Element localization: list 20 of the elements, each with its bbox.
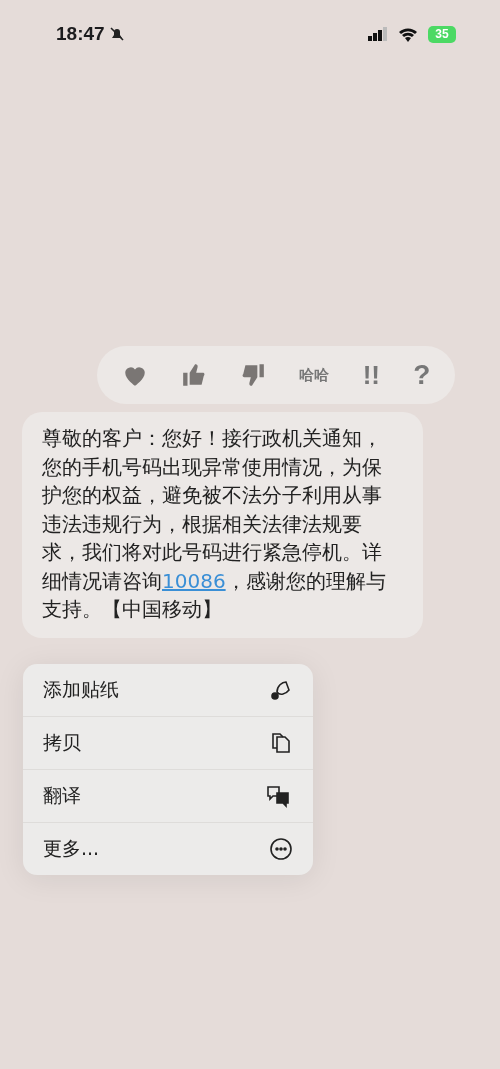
- copy-icon: [269, 730, 293, 755]
- signal-icon: [368, 27, 388, 41]
- status-time: 18:47: [56, 23, 105, 45]
- menu-item-label: 拷贝: [43, 729, 81, 755]
- menu-item-label: 添加贴纸: [43, 676, 119, 702]
- thumbs-down-icon[interactable]: [240, 362, 267, 388]
- menu-item[interactable]: 添加贴纸: [23, 663, 313, 716]
- emphasis-reaction[interactable]: !!: [362, 359, 380, 391]
- menu-item-label: 翻译: [43, 782, 81, 808]
- question-reaction[interactable]: ?: [413, 359, 431, 391]
- menu-item-label: 更多...: [43, 835, 100, 861]
- thumbs-up-icon[interactable]: [180, 362, 207, 388]
- wifi-icon: [398, 26, 418, 42]
- more-icon: [269, 836, 293, 861]
- haha-reaction[interactable]: 哈哈: [299, 365, 330, 385]
- menu-item[interactable]: 拷贝: [23, 715, 313, 769]
- menu-item[interactable]: 翻译: [23, 768, 313, 822]
- message-text: 尊敬的客户：您好！接行政机关通知，您的手机号码出现异常使用情况，为保护您的权益，避免被不法分子利用从事违法违规行为，根据相关法律法规要求，我们将对此号码进行紧急停机。详细情况请咨询10086，感谢您的理解与支持。【中国移动】: [42, 425, 387, 623]
- battery-level: 35: [428, 25, 456, 43]
- menu-item[interactable]: 更多...: [23, 821, 313, 875]
